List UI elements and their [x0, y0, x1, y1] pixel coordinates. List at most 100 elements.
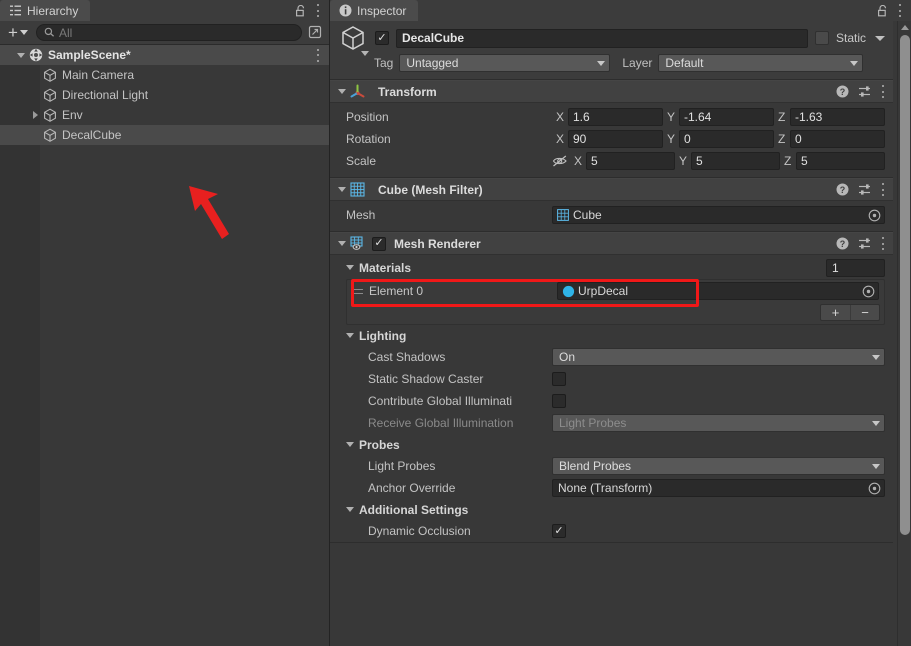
preset-icon[interactable]	[858, 183, 872, 196]
mesh-renderer-enabled-checkbox[interactable]	[372, 236, 386, 251]
axis-group: X5Y5Z5	[552, 152, 885, 170]
mesh-renderer-header[interactable]: Mesh Renderer ?	[330, 232, 893, 255]
hierarchy-search-input[interactable]: All	[35, 24, 302, 41]
object-picker-icon[interactable]	[861, 284, 876, 299]
materials-section-header[interactable]: Materials 1	[338, 257, 885, 278]
preset-icon[interactable]	[858, 85, 872, 98]
anchor-override-object-field[interactable]: None (Transform)	[552, 479, 885, 497]
kebab-menu-icon[interactable]	[898, 4, 902, 17]
mesh-renderer-foldout-icon[interactable]	[335, 241, 349, 246]
materials-foldout-icon[interactable]	[343, 265, 357, 270]
help-icon[interactable]: ?	[836, 85, 849, 98]
help-icon[interactable]: ?	[836, 183, 849, 196]
hierarchy-row-env[interactable]: Env	[0, 105, 329, 125]
scroll-up-icon[interactable]	[898, 21, 911, 33]
mesh-object-field[interactable]: Cube	[552, 206, 885, 224]
chevron-down-icon	[597, 60, 606, 66]
sync-selection-icon[interactable]	[306, 24, 325, 42]
transform-scale-x-input[interactable]: 5	[586, 152, 675, 170]
additional-settings-foldout-icon[interactable]	[343, 507, 357, 512]
tab-inspector[interactable]: Inspector	[330, 0, 419, 21]
hierarchy-row-main-camera[interactable]: Main Camera	[0, 65, 329, 85]
transform-position-z-input[interactable]: -1.63	[790, 108, 885, 126]
transform-position-y-input[interactable]: -1.64	[679, 108, 774, 126]
scrollbar-thumb[interactable]	[900, 35, 910, 535]
transform-position-label: Position	[346, 110, 389, 124]
preset-icon[interactable]	[858, 237, 872, 250]
probes-section-header[interactable]: Probes	[338, 434, 885, 455]
kebab-menu-icon[interactable]	[881, 85, 885, 98]
drag-handle-icon[interactable]	[351, 286, 363, 296]
tag-label: Tag	[374, 56, 394, 70]
tab-hierarchy[interactable]: Hierarchy	[0, 0, 91, 21]
mesh-filter-title: Cube (Mesh Filter)	[378, 182, 483, 197]
contribute-global-illuminati-checkbox[interactable]	[552, 394, 566, 408]
kebab-menu-icon[interactable]	[316, 4, 320, 17]
probes-foldout-icon[interactable]	[343, 442, 357, 447]
lighting-foldout-icon[interactable]	[343, 333, 357, 338]
hierarchy-row-decalcube[interactable]: DecalCube	[0, 125, 329, 145]
static-dropdown-caret-icon[interactable]	[875, 35, 885, 41]
hierarchy-row-label: Env	[62, 108, 83, 122]
materials-list: Element 0 UrpDecal + −	[346, 279, 885, 325]
additional-settings-section-header[interactable]: Additional Settings	[338, 499, 885, 520]
lock-icon[interactable]	[295, 4, 306, 17]
layer-dropdown[interactable]: Default	[658, 54, 864, 72]
mesh-icon	[556, 208, 570, 222]
transform-rotation-z-input[interactable]: 0	[790, 130, 885, 148]
gameobject-cube-icon[interactable]	[338, 24, 369, 56]
add-material-button[interactable]: +	[821, 305, 850, 320]
additional-settings-section-title: Additional Settings	[359, 502, 469, 517]
mesh-filter-foldout-icon[interactable]	[335, 187, 349, 192]
mesh-filter-header[interactable]: Cube (Mesh Filter) ?	[330, 178, 893, 201]
transform-header[interactable]: Transform ?	[330, 80, 893, 103]
transform-rotation-y-input[interactable]: 0	[679, 130, 774, 148]
gameobject-name-input[interactable]: DecalCube	[396, 28, 808, 48]
gameobject-enabled-checkbox[interactable]	[375, 31, 389, 45]
transform-scale-y-input[interactable]: 5	[691, 152, 780, 170]
cast-shadows-dropdown[interactable]: On	[552, 348, 885, 366]
light-probes-value: Blend Probes	[559, 459, 632, 473]
transform-row-position: Position X 1.6 Y -1.64 Z -1.63	[338, 106, 885, 128]
remove-material-button[interactable]: −	[850, 305, 879, 320]
transform-rotation-label: Rotation	[346, 132, 391, 146]
lock-icon[interactable]	[877, 4, 888, 17]
create-gameobject-button[interactable]: +	[4, 24, 32, 42]
transform-scale-z-input[interactable]: 5	[796, 152, 885, 170]
object-picker-icon[interactable]	[867, 208, 882, 223]
tag-dropdown[interactable]: Untagged	[399, 54, 611, 72]
lighting-section-header[interactable]: Lighting	[338, 325, 885, 346]
gameobject-cube-icon	[42, 127, 58, 143]
materials-size-input[interactable]: 1	[826, 258, 885, 277]
help-icon[interactable]: ?	[836, 237, 849, 250]
kebab-menu-icon[interactable]	[881, 183, 885, 196]
material-element-row[interactable]: Element 0 UrpDecal	[347, 280, 884, 302]
chevron-down-icon[interactable]	[14, 52, 28, 58]
mesh-label: Mesh	[346, 208, 376, 222]
chevron-right-icon[interactable]	[28, 111, 42, 119]
gameobject-cube-icon	[42, 67, 58, 83]
static-shadow-caster-checkbox[interactable]	[552, 372, 566, 386]
material-object-field[interactable]: UrpDecal	[557, 282, 879, 300]
axis-label-y: Y	[667, 110, 676, 124]
light-probes-dropdown[interactable]: Blend Probes	[552, 457, 885, 475]
hierarchy-row-samplescene[interactable]: SampleScene*	[0, 45, 329, 65]
inspector-scrollbar[interactable]	[897, 21, 911, 646]
kebab-menu-icon[interactable]	[881, 237, 885, 250]
property-row-anchor-override: Anchor Override None (Transform)	[338, 477, 885, 499]
dynamic-occlusion-checkbox[interactable]	[552, 524, 566, 538]
transform-foldout-icon[interactable]	[335, 89, 349, 94]
axis-label-x: X	[556, 110, 565, 124]
transform-rotation-x-input[interactable]: 90	[568, 130, 663, 148]
object-picker-icon[interactable]	[867, 481, 882, 496]
gameobject-cube-icon	[42, 107, 58, 123]
transform-position-x-input[interactable]: 1.6	[568, 108, 663, 126]
gameobject-cube-icon	[42, 87, 58, 103]
hierarchy-tree: SampleScene* Main Camera Directional Light…	[0, 45, 329, 646]
transform-scale-label: Scale	[346, 154, 377, 168]
additional-settings-rows: Dynamic Occlusion	[338, 520, 885, 542]
hierarchy-row-directional-light[interactable]: Directional Light	[0, 85, 329, 105]
static-checkbox[interactable]	[814, 31, 829, 45]
constrain-proportions-off-icon[interactable]	[552, 154, 568, 168]
kebab-menu-icon[interactable]	[316, 48, 320, 62]
